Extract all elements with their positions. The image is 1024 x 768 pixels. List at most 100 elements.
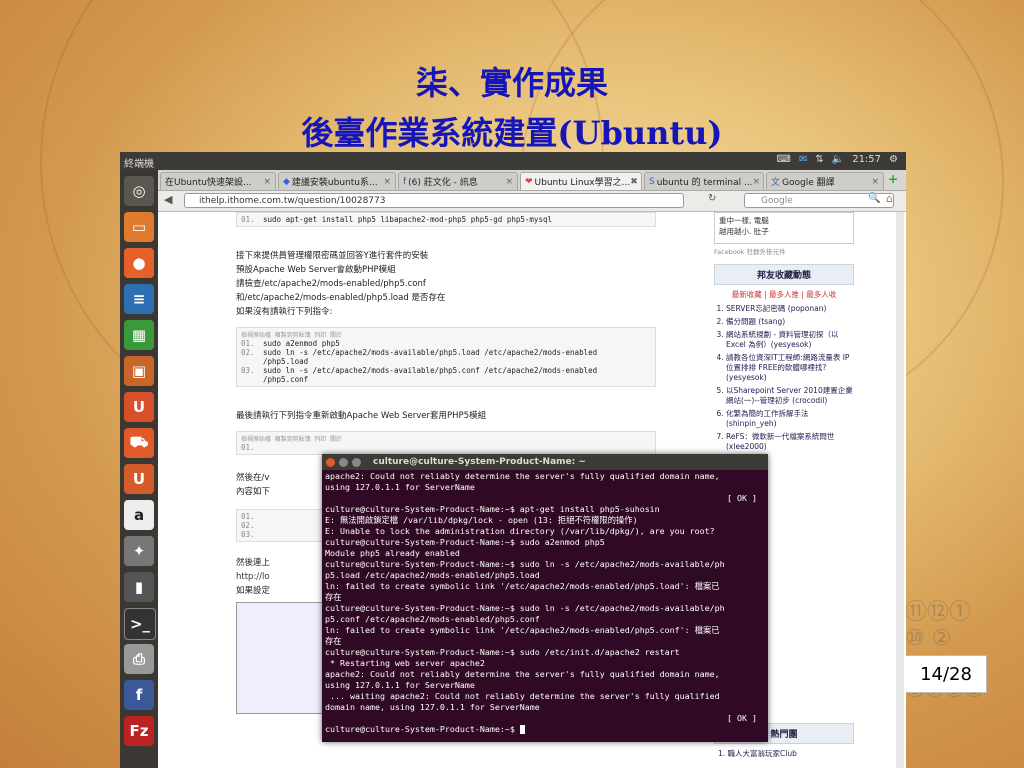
gear-icon[interactable]: ⚙ bbox=[889, 154, 898, 165]
close-icon[interactable]: × bbox=[753, 177, 761, 187]
back-icon[interactable]: ◀ bbox=[164, 193, 172, 206]
terminal-line: culture@culture-System-Product-Name:~$ s… bbox=[325, 647, 680, 657]
terminal-line: culture@culture-System-Product-Name:~$ bbox=[325, 724, 765, 735]
search-icon[interactable]: 🔍 bbox=[868, 193, 880, 204]
panel-title: 邦友收藏動態 bbox=[714, 264, 854, 285]
code-toolbar[interactable]: 檢視原始檔 複製到剪貼簿 列印 關於 bbox=[241, 330, 651, 339]
terminal-line: [ OK ] bbox=[727, 493, 757, 503]
slide-title: 柒、實作成果 bbox=[415, 64, 608, 102]
list-item[interactable]: 以Sharepoint Server 2010建置企業網站(一)--管理初步 (… bbox=[726, 386, 854, 406]
amazon-icon[interactable]: a bbox=[124, 500, 154, 530]
terminal-line: apache2: Could not reliably determine th… bbox=[325, 669, 720, 679]
facebook-footer: Facebook 社群外掛元件 bbox=[714, 248, 786, 256]
close-icon[interactable]: × bbox=[263, 177, 271, 187]
terminal-line: using 127.0.1.1 for ServerName bbox=[325, 680, 475, 690]
terminal-line: E: 無法開啟鎖定檔 /var/lib/dpkg/lock - open (13… bbox=[325, 515, 638, 525]
printer-icon[interactable]: ⎙ bbox=[124, 644, 154, 674]
terminal-window[interactable]: culture@culture-System-Product-Name: ~ a… bbox=[322, 454, 768, 742]
code-block: 檢視原始檔 複製到剪貼簿 列印 關於 01. sudo a2enmod php5 … bbox=[236, 327, 656, 387]
close-icon[interactable] bbox=[326, 457, 335, 467]
list-item[interactable]: 網站系統規劃 - 資料管理初探（以 Excel 為例）(yesyesok) bbox=[726, 330, 854, 350]
terminal-icon[interactable]: >_ bbox=[124, 608, 156, 640]
firefox-icon[interactable]: ● bbox=[124, 248, 154, 278]
cursor bbox=[519, 725, 525, 734]
ubuntu-store-icon[interactable]: U bbox=[124, 464, 154, 494]
network-icon[interactable]: ⇅ bbox=[815, 154, 823, 165]
code-line: 01. sudo apt-get install php5 libapache2-… bbox=[241, 215, 552, 224]
tab-6[interactable]: 文 Google 翻譯 × bbox=[766, 172, 884, 190]
navigation-bar: ◀ ithelp.ithome.com.tw/question/10028773… bbox=[158, 191, 906, 212]
tab-3[interactable]: f (6) 莊文化 - 訊息 × bbox=[398, 172, 518, 190]
terminal-line: Module php5 already enabled bbox=[325, 548, 460, 558]
active-app-title: 終端機 bbox=[124, 159, 154, 170]
paragraph: 預設Apache Web Server會啟動PHP模組 bbox=[236, 265, 396, 275]
browser-tab-bar: 在Ubuntu快速架設... × ◆ 建議安裝ubuntu系... × f (6) 莊文… bbox=[158, 170, 906, 191]
software-center-icon[interactable]: U bbox=[124, 392, 154, 422]
tab-2[interactable]: ◆ 建議安裝ubuntu系... × bbox=[278, 172, 396, 190]
keyboard-icon[interactable]: ⌨ bbox=[777, 154, 791, 165]
terminal-line: culture@culture-System-Product-Name:~$ s… bbox=[325, 559, 725, 569]
clock[interactable]: 21:57 bbox=[852, 154, 881, 165]
url-input[interactable]: ithelp.ithome.com.tw/question/10028773 bbox=[184, 193, 684, 208]
code-block: 01. sudo apt-get install php5 libapache2-… bbox=[236, 212, 656, 227]
files-icon[interactable]: ▭ bbox=[124, 212, 154, 242]
slide-subtitle: 後臺作業系統建置(Ubuntu) bbox=[301, 114, 723, 152]
terminal-line: culture@culture-System-Product-Name:~$ a… bbox=[325, 504, 660, 514]
ubuntu-one-icon[interactable]: ⛟ bbox=[124, 428, 154, 458]
impress-icon[interactable]: ▣ bbox=[124, 356, 154, 386]
close-icon[interactable]: ✖ bbox=[630, 177, 638, 187]
maximize-icon[interactable] bbox=[352, 457, 361, 467]
close-icon[interactable]: × bbox=[871, 177, 879, 187]
paragraph: 和/etc/apache2/mods-enabled/php5.load 是否存… bbox=[236, 293, 446, 303]
writer-icon[interactable]: ≡ bbox=[124, 284, 154, 314]
facebook-icon[interactable]: f bbox=[124, 680, 154, 710]
filter-links[interactable]: 最新收藏 | 最多人推 | 最多人收 bbox=[714, 289, 854, 300]
minimize-icon[interactable] bbox=[339, 457, 348, 467]
terminal-line: using 127.0.1.1 for ServerName bbox=[325, 482, 475, 492]
facebook-widget: 重中一樣, 電腦 越用越小. 肚子 bbox=[714, 212, 854, 244]
paragraph: 接下來提供員管理權限密碼並回答Y進行套件的安裝 bbox=[236, 251, 429, 261]
list-item[interactable]: 1. 職人大富翁玩家Club bbox=[718, 748, 850, 759]
paragraph: 請檢查/etc/apache2/mods-enabled/php5.conf bbox=[236, 279, 426, 289]
terminal-title: culture@culture-System-Product-Name: ~ bbox=[373, 457, 586, 467]
usb-drive-icon[interactable]: ▮ bbox=[124, 572, 154, 602]
volume-icon[interactable]: 🔈 bbox=[832, 154, 844, 165]
facebook-icon: f bbox=[403, 176, 407, 187]
code-toolbar[interactable]: 檢視原始檔 複製到剪貼簿 列印 關於 bbox=[241, 434, 651, 443]
tab-4[interactable]: ❤ Ubuntu Linux學習之... ✖ bbox=[520, 172, 642, 190]
unity-launcher: ◎ ▭ ● ≡ ▦ ▣ U ⛟ U a ✦ ▮ >_ ⎙ f Fz bbox=[120, 170, 158, 768]
list-item[interactable]: ReFS：微軟新一代檔案系統問世 (xlee2000) bbox=[726, 432, 854, 452]
calc-icon[interactable]: ▦ bbox=[124, 320, 154, 350]
terminal-line: * Restarting web server apache2 bbox=[325, 658, 485, 668]
filezilla-icon[interactable]: Fz bbox=[124, 716, 154, 746]
terminal-line: 存在 bbox=[325, 636, 342, 646]
paragraph: 如果沒有請執行下列指令: bbox=[236, 307, 333, 317]
bookmark-list: SERVER忘記密碼 (poponan) 備分問題 (tsang) 網站系統規劃… bbox=[714, 304, 854, 452]
list-item[interactable]: 備分問題 (tsang) bbox=[726, 317, 854, 327]
tab-5[interactable]: Subuntu 的 terminal ... × bbox=[644, 172, 764, 190]
dash-home-icon[interactable]: ◎ bbox=[124, 176, 154, 206]
mail-icon[interactable]: ✉ bbox=[799, 154, 807, 165]
system-top-panel: 終端機 ⌨ ✉ ⇅ 🔈 21:57 ⚙ bbox=[120, 152, 906, 170]
scrollbar[interactable] bbox=[896, 212, 904, 768]
terminal-titlebar[interactable]: culture@culture-System-Product-Name: ~ bbox=[322, 454, 768, 470]
list-item[interactable]: SERVER忘記密碼 (poponan) bbox=[726, 304, 854, 314]
terminal-output[interactable]: apache2: Could not reliably determine th… bbox=[322, 470, 768, 736]
terminal-line: p5.conf /etc/apache2/mods-enabled/php5.c… bbox=[325, 614, 540, 624]
terminal-line: ln: failed to create symbolic link '/etc… bbox=[325, 581, 720, 591]
tab-1[interactable]: 在Ubuntu快速架設... × bbox=[160, 172, 276, 190]
terminal-line: ln: failed to create symbolic link '/etc… bbox=[325, 625, 720, 635]
close-icon[interactable]: × bbox=[505, 177, 513, 187]
new-tab-button[interactable]: + bbox=[888, 172, 898, 186]
list-item[interactable]: 化繁為簡的工作拆解手法 (shinpin_yeh) bbox=[726, 409, 854, 429]
code-block: 檢視原始檔 複製到剪貼簿 列印 關於 01. bbox=[236, 431, 656, 455]
terminal-line: culture@culture-System-Product-Name:~$ s… bbox=[325, 603, 725, 613]
page-number: 14/28 bbox=[905, 655, 987, 693]
reload-icon[interactable]: ↻ bbox=[708, 193, 716, 204]
list-item[interactable]: 請教各位資深IT工程師:網路流量表 IP位置排排 FREE的軟體哪裡找? (ye… bbox=[726, 353, 854, 383]
terminal-line: apache2: Could not reliably determine th… bbox=[325, 471, 720, 481]
settings-icon[interactable]: ✦ bbox=[124, 536, 154, 566]
close-icon[interactable]: × bbox=[383, 177, 391, 187]
terminal-line: domain name, using 127.0.1.1 for ServerN… bbox=[325, 702, 540, 712]
home-icon[interactable]: ⌂ bbox=[886, 192, 893, 205]
